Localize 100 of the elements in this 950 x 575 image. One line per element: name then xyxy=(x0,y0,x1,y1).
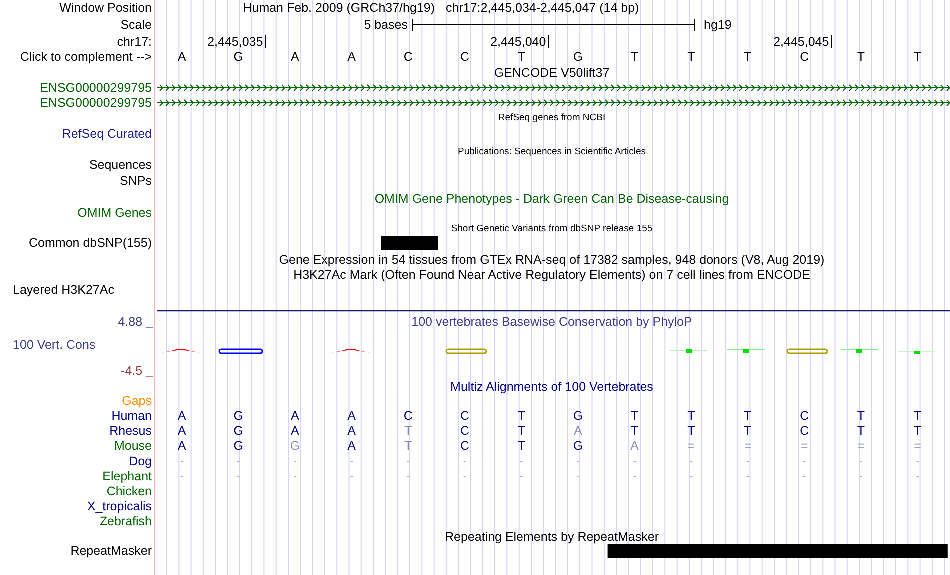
track-title: Repeating Elements by RepeatMasker xyxy=(445,530,659,544)
aligned-base: A xyxy=(348,409,356,423)
aligned-base: - xyxy=(860,470,863,482)
base-letter[interactable]: A xyxy=(291,50,300,64)
aligned-base: - xyxy=(463,456,467,467)
base-letter[interactable]: C xyxy=(460,50,470,64)
aligned-base: - xyxy=(180,470,184,482)
base-letter[interactable]: T xyxy=(688,50,696,64)
aligned-base: - xyxy=(633,470,636,482)
aligned-base: A xyxy=(630,439,639,454)
aligned-base: - xyxy=(746,456,750,467)
aligned-base: T xyxy=(857,424,866,438)
species-label[interactable]: Chicken xyxy=(106,484,152,498)
track-label: Scale xyxy=(120,18,152,32)
position-text: chr17:2,445,034-2,445,047 (14 bp) xyxy=(446,1,640,15)
base-letter[interactable]: A xyxy=(348,50,356,64)
track-label[interactable]: Layered H3K27Ac xyxy=(13,283,114,297)
aligned-base: - xyxy=(633,456,636,467)
aligned-base: - xyxy=(690,470,693,482)
track-label[interactable]: SNPs xyxy=(120,174,152,188)
base-letter[interactable]: T xyxy=(857,50,866,64)
aligned-base: - xyxy=(916,470,920,482)
aligned-base: - xyxy=(520,456,524,467)
species-label[interactable]: Mouse xyxy=(114,439,152,454)
species-label[interactable]: Elephant xyxy=(102,469,152,484)
track-label[interactable]: Sequences xyxy=(89,158,152,172)
aligned-base: - xyxy=(576,456,580,467)
track-title: OMIM Gene Phenotypes - Dark Green Can Be Disease-causing xyxy=(374,192,730,206)
base-letter[interactable]: C xyxy=(404,50,413,64)
aligned-base: T xyxy=(688,424,696,438)
axis-max-label: 4.88 _ xyxy=(118,315,153,329)
aligned-base: - xyxy=(803,456,806,467)
aligned-base: - xyxy=(350,470,354,482)
aligned-base: T xyxy=(914,409,922,423)
aligned-base: C xyxy=(460,439,470,454)
aligned-base: - xyxy=(180,456,184,467)
aligned-base: - xyxy=(294,470,297,482)
aligned-base: A xyxy=(348,439,356,454)
track-label[interactable]: 100 Vert. Cons xyxy=(13,338,96,352)
aligned-base: A xyxy=(574,424,582,438)
track-title: Short Genetic Variants from dbSNP release 155 xyxy=(451,224,653,234)
aligned-base: = xyxy=(744,439,752,454)
aligned-base: T xyxy=(518,439,526,454)
track-label: Click to complement --> xyxy=(20,50,152,64)
aligned-base: C xyxy=(800,424,810,438)
coordinate-text: 2,445,040 xyxy=(490,35,546,49)
base-letter[interactable]: G xyxy=(234,50,244,64)
base-letter[interactable]: T xyxy=(914,50,922,64)
track-title: GENCODE V50lift37 xyxy=(494,66,610,80)
aligned-base: G xyxy=(234,424,244,438)
aligned-base: T xyxy=(857,409,866,423)
species-label[interactable]: Rhesus xyxy=(110,424,152,438)
track-label[interactable]: ENSG00000299795 xyxy=(40,81,152,95)
track-label: Window Position xyxy=(60,1,152,15)
base-letter[interactable]: A xyxy=(178,50,186,64)
aligned-base: C xyxy=(404,409,413,423)
species-label[interactable]: Dog xyxy=(129,454,152,468)
base-letter[interactable]: T xyxy=(744,50,752,64)
aligned-base: T xyxy=(630,409,639,423)
aligned-base: A xyxy=(178,424,186,438)
aligned-base: A xyxy=(178,409,186,423)
ruler-tick xyxy=(548,35,550,48)
ruler-tick xyxy=(265,35,266,48)
base-letter[interactable]: T xyxy=(630,50,639,64)
aligned-base: G xyxy=(573,439,584,454)
track-label[interactable]: RepeatMasker xyxy=(70,544,152,558)
coordinate-text: 2,445,045 xyxy=(774,35,830,49)
species-label[interactable]: Zebrafish xyxy=(100,514,152,529)
species-label[interactable]: X_tropicalis xyxy=(87,500,152,514)
aligned-base: T xyxy=(914,424,922,438)
track-title: Gene Expression in 54 tissues from GTEx RNA-seq of 17382 samples, 948 donors (V8, Aug 2019) xyxy=(279,253,825,267)
track-title: Publications: Sequences in Scientific Articles xyxy=(458,146,646,158)
aligned-base: A xyxy=(291,409,300,423)
aligned-base: - xyxy=(406,470,410,482)
aligned-base: A xyxy=(178,439,186,454)
aligned-base: T xyxy=(744,424,752,438)
track-label[interactable]: OMIM Genes xyxy=(78,206,152,220)
track-title: Multiz Alignments of 100 Vertebrates xyxy=(450,380,654,394)
aligned-base: - xyxy=(350,456,354,467)
track-label[interactable]: RefSeq Curated xyxy=(62,127,152,141)
aligned-base: G xyxy=(234,439,244,454)
base-letter[interactable]: T xyxy=(518,50,526,64)
aligned-base: T xyxy=(518,424,526,438)
ruler-tick xyxy=(831,35,832,48)
aligned-base: A xyxy=(291,424,300,438)
base-letter[interactable]: C xyxy=(800,50,810,64)
track-label[interactable]: Common dbSNP(155) xyxy=(29,236,152,250)
aligned-base: T xyxy=(404,424,412,438)
track-label: chr17: xyxy=(117,35,152,49)
axis-min-label: -4.5 _ xyxy=(121,364,153,378)
aligned-base: - xyxy=(803,470,806,482)
track-title: 100 vertebrates Basewise Conservation by PhyloP xyxy=(412,315,692,329)
track-label[interactable]: ENSG00000299795 xyxy=(40,96,152,110)
species-label[interactable]: Human xyxy=(112,409,152,423)
assembly-name: hg19 xyxy=(704,18,732,32)
base-letter[interactable]: G xyxy=(573,50,584,64)
aligned-base: C xyxy=(800,409,810,423)
aligned-base: - xyxy=(406,456,410,467)
aligned-base: T xyxy=(688,409,696,423)
aligned-base: G xyxy=(234,409,244,423)
